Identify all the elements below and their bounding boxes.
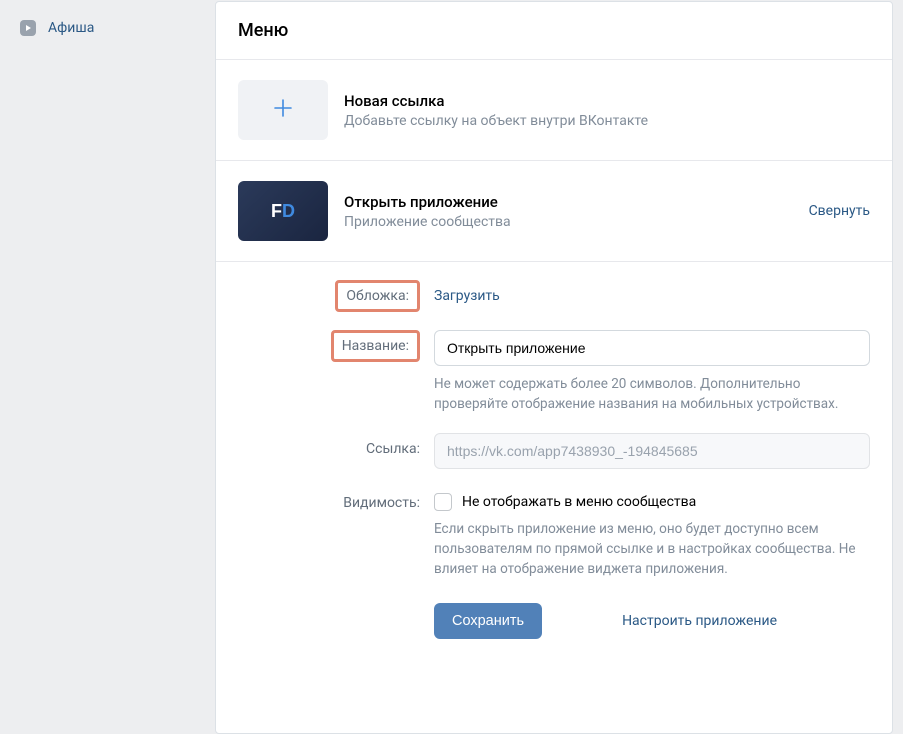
app-card-title: Открыть приложение — [344, 193, 793, 211]
app-card-subtitle: Приложение сообщества — [344, 214, 793, 230]
plus-icon — [271, 96, 295, 124]
new-link-card[interactable]: Новая ссылка Добавьте ссылку на объект в… — [216, 60, 892, 161]
page-title: Меню — [216, 2, 892, 60]
visibility-checkbox-label[interactable]: Не отображать в меню сообщества — [462, 494, 696, 510]
visibility-label: Видимость: — [343, 495, 420, 511]
main-card: Меню Новая ссылка Добавьте ссылку на объ… — [215, 1, 893, 734]
link-input[interactable] — [434, 433, 870, 469]
form-row-cover: Обложка: Загрузить — [238, 280, 870, 312]
link-label: Ссылка: — [366, 441, 420, 457]
new-link-subtitle: Добавьте ссылку на объект внутри ВКонтак… — [344, 113, 870, 129]
app-thumbnail: FD — [238, 181, 328, 241]
sidebar-item-afisha[interactable]: Афиша — [10, 12, 200, 44]
save-button[interactable]: Сохранить — [434, 603, 542, 639]
new-link-title: Новая ссылка — [344, 92, 870, 110]
name-label: Название: — [331, 330, 420, 362]
sidebar: Афиша — [10, 0, 200, 734]
app-card: FD Открыть приложение Приложение сообщес… — [216, 161, 892, 262]
app-form: Обложка: Загрузить Название: Не может со… — [216, 262, 892, 679]
form-row-actions: Сохранить Настроить приложение — [238, 597, 870, 639]
form-row-link: Ссылка: — [238, 433, 870, 469]
add-thumbnail — [238, 80, 328, 140]
sidebar-item-label: Афиша — [48, 20, 94, 36]
form-row-name: Название: Не может содержать более 20 си… — [238, 330, 870, 415]
name-help-text: Не может содержать более 20 символов. До… — [434, 374, 870, 415]
play-square-icon — [18, 18, 38, 38]
form-row-visibility: Видимость: Не отображать в меню сообщест… — [238, 487, 870, 580]
visibility-checkbox[interactable] — [434, 493, 452, 511]
configure-app-link[interactable]: Настроить приложение — [622, 613, 777, 629]
collapse-link[interactable]: Свернуть — [809, 203, 870, 219]
cover-label: Обложка: — [335, 280, 420, 312]
upload-cover-link[interactable]: Загрузить — [434, 280, 500, 304]
visibility-help-text: Если скрыть приложение из меню, оно буде… — [434, 519, 870, 580]
name-input[interactable] — [434, 330, 870, 366]
